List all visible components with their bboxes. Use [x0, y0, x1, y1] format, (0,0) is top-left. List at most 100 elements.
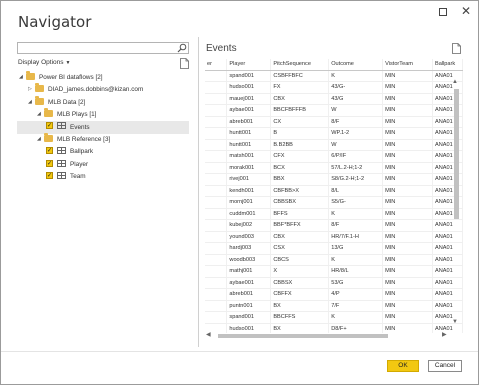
table-row: huntt001 B.B2BB W MIN ANA01	[205, 139, 463, 151]
table-cell: yound003	[226, 231, 272, 243]
table-checkbox[interactable]	[46, 145, 53, 158]
table-cell: HR/8/L	[328, 265, 384, 278]
tree-item-table[interactable]: Team	[17, 170, 189, 183]
collapse-arrow-icon[interactable]: ◢	[19, 71, 26, 84]
document-icon[interactable]	[452, 43, 461, 54]
table-cell: mornj001	[226, 196, 272, 209]
table-cell: BCX	[270, 162, 330, 174]
table-cell	[205, 219, 228, 232]
table-cell: K	[328, 311, 384, 324]
table-cell: 8/F	[328, 219, 384, 232]
tree-item-folder[interactable]: ◢ MLB Plays [1]	[17, 108, 189, 121]
maximize-button[interactable]	[436, 5, 450, 19]
table-cell: BFFS	[270, 208, 330, 220]
collapse-arrow-icon[interactable]: ◢	[37, 108, 44, 121]
table-cell: MIN	[382, 265, 433, 278]
tree-item-table[interactable]: Events	[17, 120, 189, 134]
table-cell: MIN	[382, 150, 433, 163]
collapse-arrow-icon[interactable]: ◢	[37, 133, 44, 146]
table-cell: CFX	[270, 150, 330, 163]
folder-icon	[35, 83, 44, 93]
table-cell: matsh001	[226, 150, 272, 163]
folder-icon	[44, 108, 53, 117]
table-cell: S8/G.2-H;1-2	[328, 173, 384, 186]
table-cell: spand001	[226, 311, 272, 324]
table-cell: spand001	[226, 70, 272, 82]
tree-item-label: Events	[70, 123, 90, 131]
table-cell: abreb001	[226, 288, 272, 301]
table-cell: W	[328, 139, 384, 151]
collapse-arrow-icon[interactable]: ◢	[28, 96, 35, 109]
column-header[interactable]: Ballpark	[432, 59, 463, 71]
preview-grid: er Player PitchSequence Outcome VistorTeam Ba…	[205, 59, 463, 333]
expand-arrow-icon[interactable]: ▷	[28, 83, 35, 96]
column-header[interactable]: er	[205, 59, 228, 71]
tree-item-table[interactable]: Ballpark	[17, 145, 189, 158]
column-header[interactable]: Outcome	[328, 59, 384, 71]
table-cell: MIN	[382, 185, 433, 197]
table-row: puntn001 BX 7/F MIN ANA01	[205, 300, 463, 312]
ok-button[interactable]: OK	[387, 360, 419, 372]
table-cell: mathj001	[226, 265, 272, 278]
vertical-scrollbar[interactable]: ▲ ▼	[452, 79, 461, 329]
maximize-icon	[439, 8, 447, 16]
table-cell: 43/G-	[328, 81, 384, 94]
table-cell: K	[328, 70, 384, 82]
column-header[interactable]: Player	[226, 59, 272, 71]
table-row: spand001 BBCFFS K MIN ANA01	[205, 311, 463, 324]
search-input[interactable]	[17, 42, 189, 54]
table-checkbox[interactable]	[46, 158, 53, 171]
horizontal-scrollbar[interactable]: ◀ ▶	[206, 332, 451, 340]
table-cell: BBCFBFFFB	[270, 104, 330, 117]
scroll-up-icon[interactable]: ▲	[452, 79, 458, 85]
table-cell	[205, 242, 228, 255]
navigator-window: Navigator ✕ Display Options ▼ ◢ Power BI d…	[0, 0, 479, 385]
pane-divider[interactable]	[198, 37, 199, 347]
table-row: aybae001 CBBSX 53/G MIN ANA01	[205, 277, 463, 289]
table-cell: kendh001	[226, 185, 272, 197]
table-checkbox[interactable]	[46, 170, 53, 183]
tree-item-folder[interactable]: ◢ MLB Data [2]	[17, 95, 189, 109]
table-cell: 57/L.2-H;1-2	[328, 162, 384, 174]
scroll-down-icon[interactable]: ▼	[452, 319, 458, 325]
tree-item-folder[interactable]: ◢ Power BI dataflows [2]	[17, 70, 189, 84]
tree-item-table[interactable]: Player	[17, 158, 189, 171]
table-cell: MIN	[382, 81, 433, 94]
table-cell: MIN	[382, 104, 433, 117]
table-cell: MIN	[382, 219, 433, 232]
refresh-document-icon[interactable]	[180, 58, 189, 69]
tree-item-folder[interactable]: ◢ MLB Reference [3]	[17, 132, 189, 146]
horizontal-scroll-thumb[interactable]	[218, 334, 388, 338]
scroll-right-icon[interactable]: ▶	[442, 331, 447, 338]
cancel-button[interactable]: Cancel	[428, 360, 462, 372]
column-header[interactable]: VistorTeam	[382, 59, 433, 71]
table-cell: 43/G	[328, 93, 384, 105]
vertical-scroll-thumb[interactable]	[454, 89, 459, 219]
scroll-left-icon[interactable]: ◀	[206, 331, 211, 338]
table-cell	[205, 139, 228, 151]
table-row: huntt001 B WP.1-2 MIN ANA01	[205, 127, 463, 140]
table-cell	[205, 300, 228, 312]
table-cell: MIN	[382, 288, 433, 301]
table-icon	[57, 172, 66, 179]
table-cell: mauej001	[226, 93, 272, 105]
table-cell: CBFFX	[270, 288, 330, 301]
display-options-dropdown[interactable]: Display Options ▼	[18, 59, 70, 66]
table-cell	[205, 127, 228, 140]
table-cell: MIN	[382, 242, 433, 255]
table-icon	[57, 122, 66, 130]
table-cell: 8/F	[328, 116, 384, 128]
table-row: morak001 BCX 57/L.2-H;1-2 MIN ANA01	[205, 162, 463, 174]
search-icon[interactable]	[177, 43, 187, 53]
table-cell: morak001	[226, 162, 272, 174]
table-cell: hardj003	[226, 242, 272, 255]
table-row: abreb001 CX 8/F MIN ANA01	[205, 116, 463, 128]
table-cell: 8/L	[328, 185, 384, 197]
column-header[interactable]: PitchSequence	[270, 59, 330, 71]
table-checkbox[interactable]	[46, 120, 53, 133]
table-cell: aybae001	[226, 277, 272, 289]
close-button[interactable]: ✕	[459, 4, 473, 18]
table-icon	[57, 159, 66, 167]
table-cell: MIN	[382, 196, 433, 209]
tree-item-folder[interactable]: ▷ DIAD_james.dobbins@kizan.com	[17, 83, 189, 96]
